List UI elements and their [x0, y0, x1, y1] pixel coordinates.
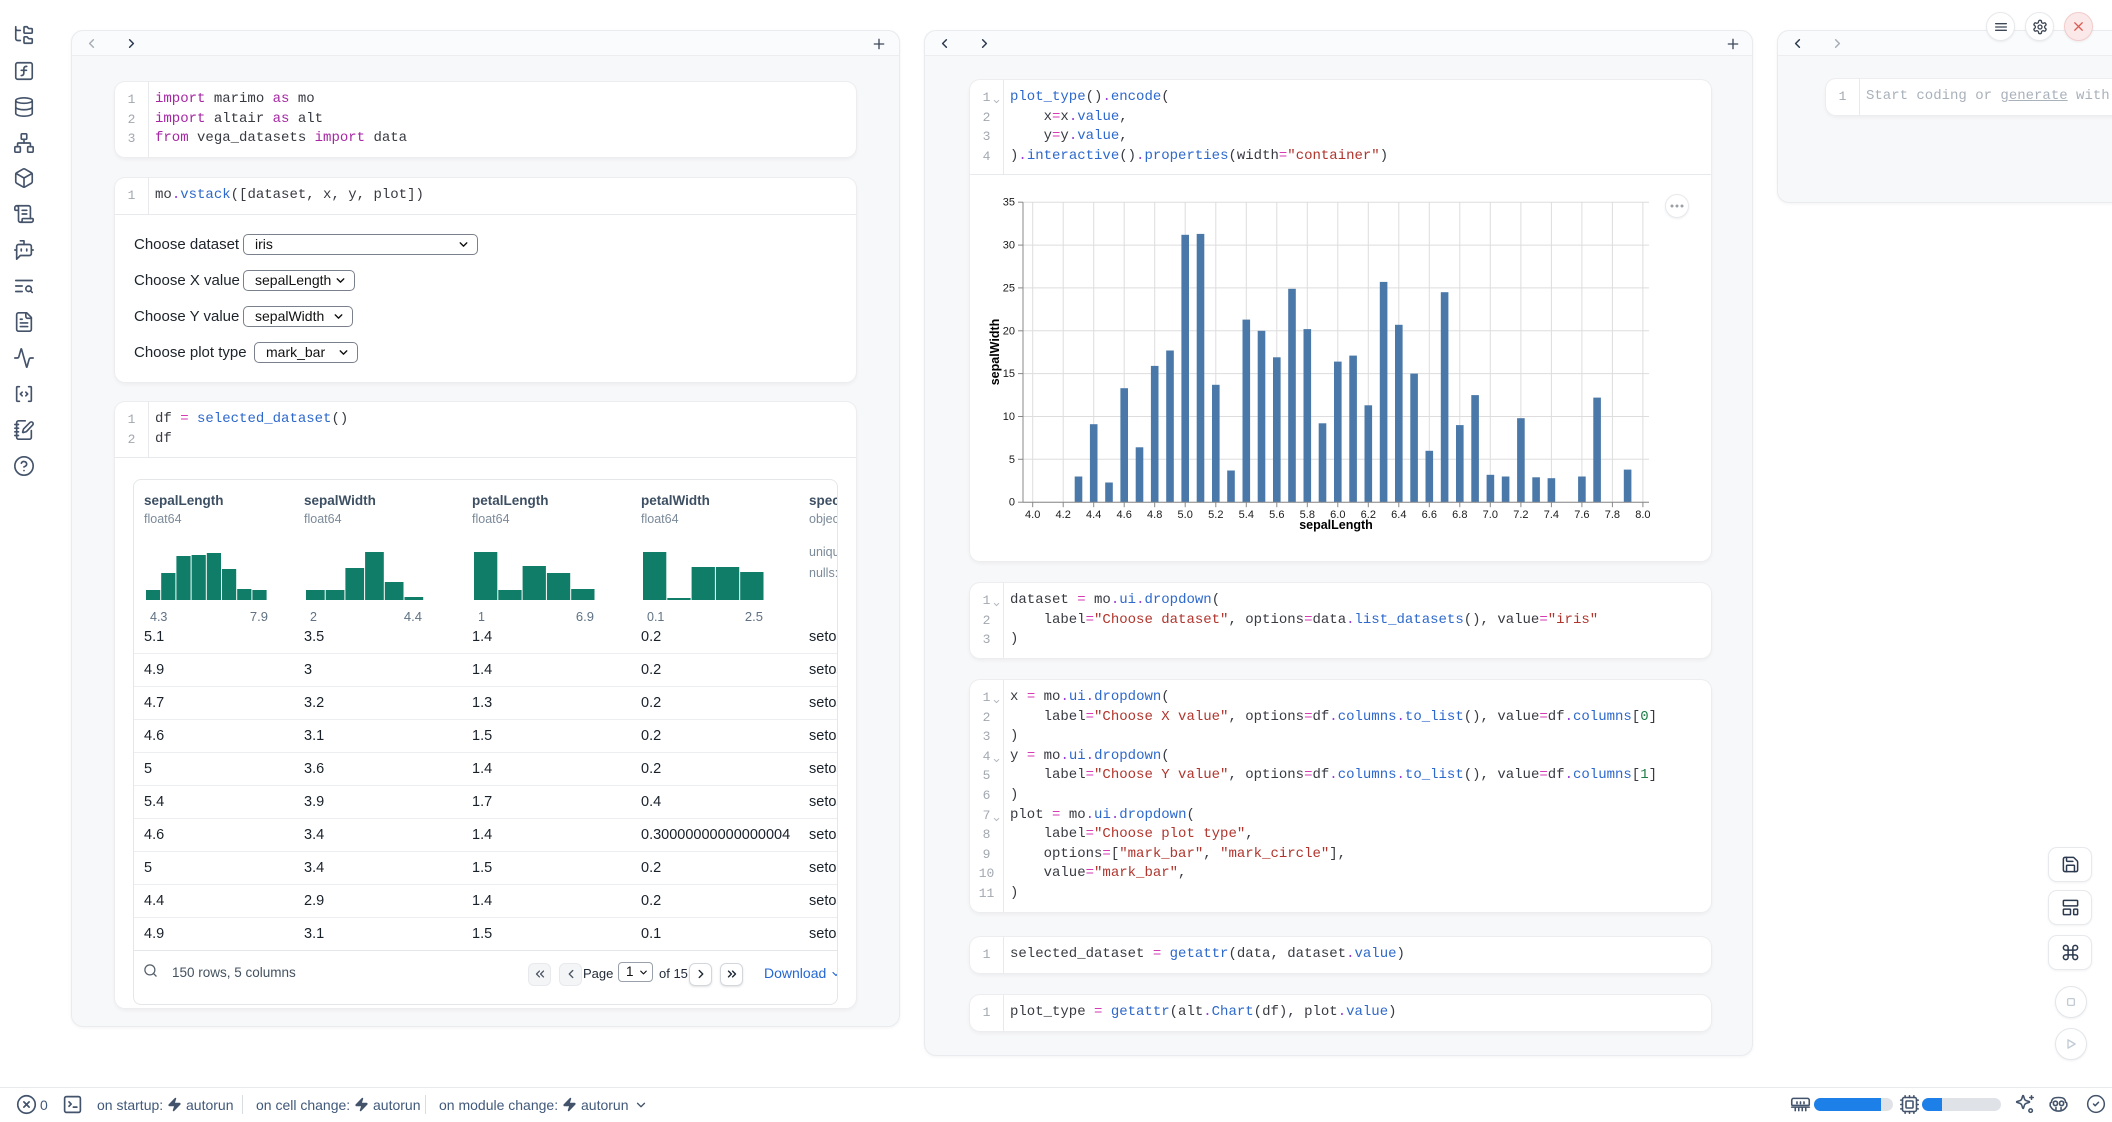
svg-text:7.0: 7.0: [1483, 509, 1498, 521]
svg-text:sepalLength: sepalLength: [1299, 518, 1373, 532]
svg-text:20: 20: [1003, 325, 1015, 337]
svg-text:5.6: 5.6: [1269, 509, 1284, 521]
svg-text:5.0: 5.0: [1178, 509, 1193, 521]
svg-text:4.8: 4.8: [1147, 509, 1162, 521]
svg-text:6.6: 6.6: [1422, 509, 1437, 521]
svg-text:sepalWidth: sepalWidth: [988, 319, 1002, 386]
svg-text:7.8: 7.8: [1605, 509, 1620, 521]
svg-text:6.4: 6.4: [1391, 509, 1406, 521]
svg-text:7.6: 7.6: [1574, 509, 1589, 521]
svg-text:35: 35: [1003, 197, 1015, 209]
svg-text:4.6: 4.6: [1117, 509, 1132, 521]
svg-text:4.0: 4.0: [1025, 509, 1040, 521]
svg-text:5.2: 5.2: [1208, 509, 1223, 521]
svg-text:4.4: 4.4: [1086, 509, 1101, 521]
svg-text:10: 10: [1003, 411, 1015, 423]
svg-text:6.8: 6.8: [1452, 509, 1467, 521]
svg-text:8.0: 8.0: [1635, 509, 1650, 521]
svg-text:5.4: 5.4: [1239, 509, 1254, 521]
svg-text:5: 5: [1009, 454, 1015, 466]
svg-text:0: 0: [1009, 497, 1015, 509]
svg-text:25: 25: [1003, 282, 1015, 294]
svg-text:7.2: 7.2: [1513, 509, 1528, 521]
svg-text:15: 15: [1003, 368, 1015, 380]
svg-text:7.4: 7.4: [1544, 509, 1559, 521]
svg-text:30: 30: [1003, 240, 1015, 252]
svg-text:4.2: 4.2: [1056, 509, 1071, 521]
